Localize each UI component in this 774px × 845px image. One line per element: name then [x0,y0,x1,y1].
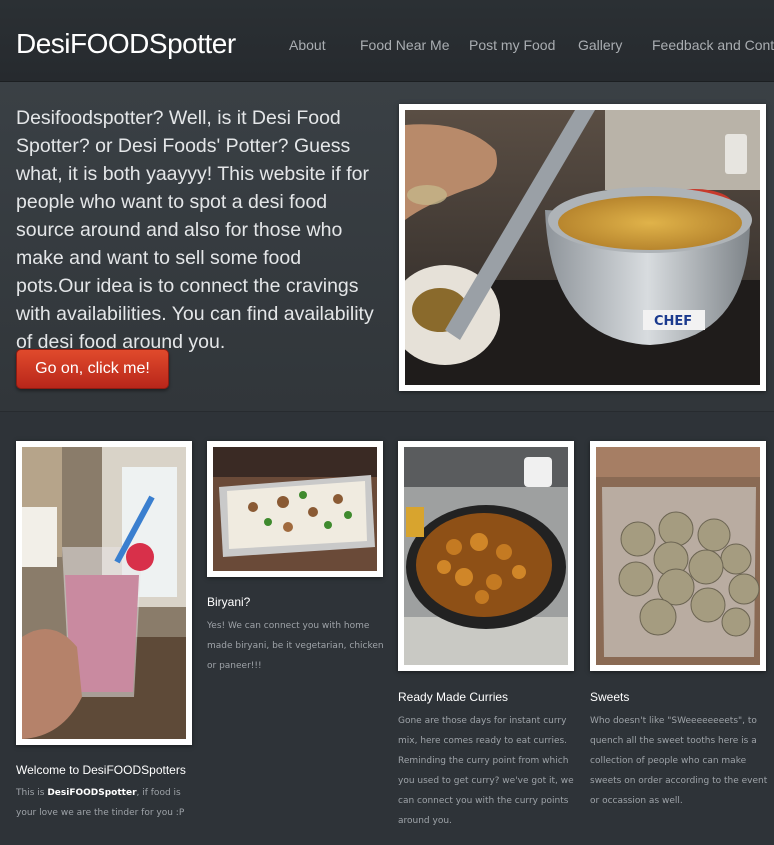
card-text-welcome: This is DesiFOODSpotter, if food is your… [16,783,194,823]
card-image-frame-welcome [16,441,192,745]
nav-link-feedback-contact[interactable]: Feedback and Contact [652,37,774,53]
card-title-welcome: Welcome to DesiFOODSpotters [16,763,186,777]
sweets-image [596,447,760,665]
card-text-sweets: Who doesn't like "SWeeeeeeeets", to quen… [590,716,768,806]
hero-photo-cooking-pot: CHEF [405,110,760,385]
chef-label: CHEF [654,314,692,329]
nav-link-food-near-me[interactable]: Food Near Me [360,37,449,53]
hero-banner: Desifoodspotter? Well, is it Desi Food S… [0,82,774,412]
card-title-curries: Ready Made Curries [398,690,509,704]
card-text-curries: Gone are those days for instant curry mi… [398,716,574,826]
smoothie-image [22,447,186,739]
photo-sweets [596,447,760,665]
card-text-welcome-prefix: This is [16,788,48,798]
curry-image [404,447,568,665]
hero-image-frame: CHEF [399,104,766,391]
nav-link-post-my-food[interactable]: Post my Food [469,37,555,53]
photo-biryani [213,447,377,571]
card-text-biryani: Yes! We can connect you with home made b… [207,621,384,671]
main-nav: About Food Near Me Post my Food Gallery … [0,37,774,57]
card-image-frame-curries [398,441,574,671]
nav-link-gallery[interactable]: Gallery [578,37,622,53]
hero-text: Desifoodspotter? Well, is it Desi Food S… [16,107,374,353]
card-title-biryani: Biryani? [207,595,251,609]
cooking-pot-image: CHEF [405,110,760,385]
card-title-sweets: Sweets [590,690,630,704]
photo-smoothie [22,447,186,739]
cta-button[interactable]: Go on, click me! [16,349,169,389]
site-header: DesiFOODSpotter About Food Near Me Post … [0,0,774,82]
card-image-frame-biryani [207,441,383,577]
nav-link-about[interactable]: About [289,37,326,53]
photo-curry [404,447,568,665]
card-image-frame-sweets [590,441,766,671]
biryani-image [213,447,377,571]
card-text-welcome-bold: DesiFOODSpotter [47,788,137,798]
